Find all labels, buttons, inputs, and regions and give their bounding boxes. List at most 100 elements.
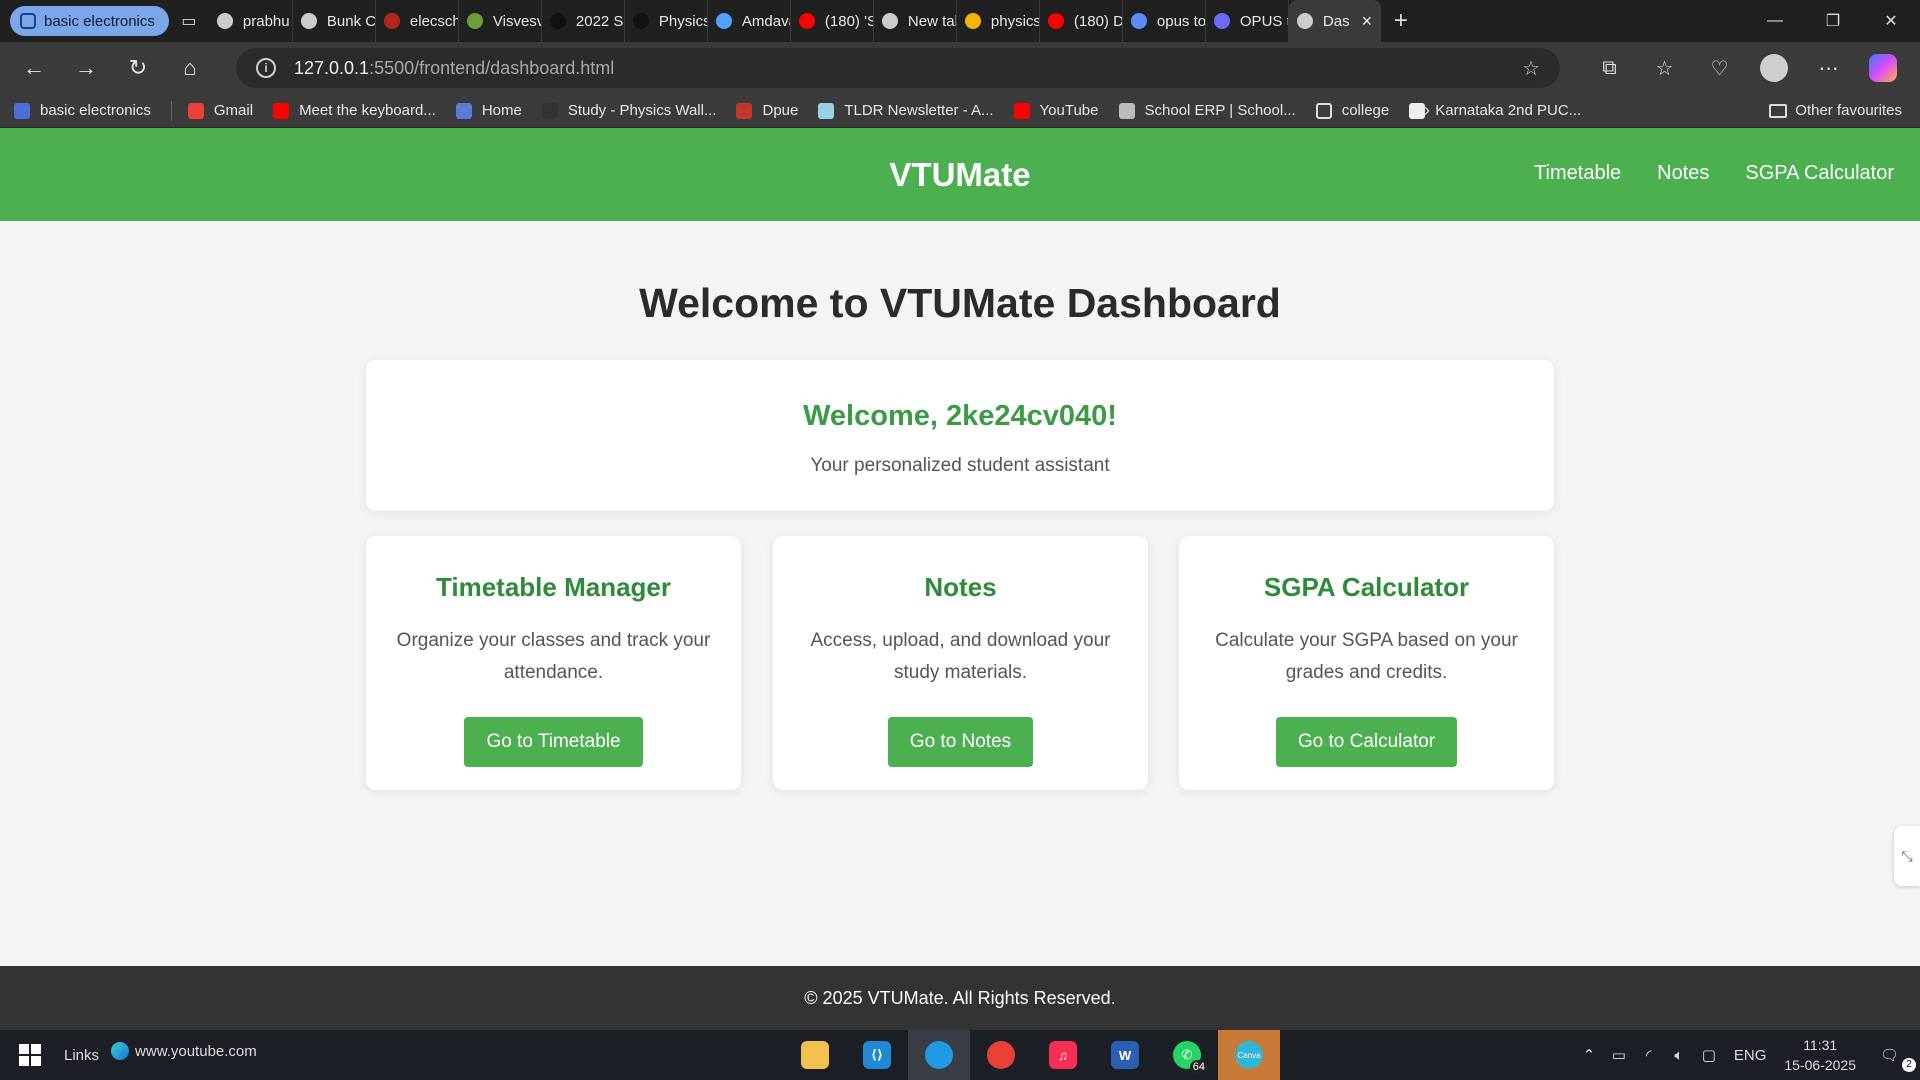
site-header: VTUMate Timetable Notes SGPA Calculator (0, 128, 1920, 221)
go-to-calculator-button[interactable]: Go to Calculator (1275, 717, 1458, 767)
youtube-icon (798, 13, 815, 29)
browser-tab[interactable]: 2022 Sc (542, 0, 625, 42)
taskbar-app[interactable] (908, 1030, 970, 1080)
close-tab-icon[interactable]: × (1362, 11, 1373, 32)
taskbar-app[interactable]: ♫ (1032, 1030, 1094, 1080)
scheme-icon (632, 13, 649, 29)
start-button[interactable] (0, 1030, 60, 1080)
bookmark-item[interactable]: Dpue (736, 102, 798, 119)
site-info-icon[interactable]: i (256, 58, 276, 78)
search-icon (1130, 13, 1147, 29)
bookmark-item[interactable]: Study - Physics Wall... (541, 102, 717, 119)
browser-tab[interactable]: prabhu (209, 0, 293, 42)
chevron-up-icon[interactable]: ⌃ (1574, 1046, 1604, 1064)
bookmark-item[interactable]: Meet the keyboard... (273, 102, 436, 119)
pinned-site[interactable]: www.youtube.com (111, 1042, 257, 1060)
taskbar-app[interactable]: Canva (1218, 1030, 1280, 1080)
bookmark-item[interactable]: TLDR Newsletter - A... (818, 102, 994, 119)
folder-icon (1769, 103, 1788, 118)
timetable-card-description: Organize your classes and track your att… (396, 630, 711, 683)
bookmark-item[interactable]: YouTube (1013, 102, 1099, 119)
youtube-icon (1047, 13, 1064, 29)
tab-group-chip[interactable]: basic electronics (10, 6, 169, 36)
browser-tab[interactable]: Bunk Ca (293, 0, 376, 42)
language-indicator[interactable]: ENG (1734, 1047, 1767, 1064)
wifi-icon[interactable]: ◜ (1634, 1046, 1664, 1064)
reload-icon[interactable]: ↻ (112, 42, 164, 94)
browser-tab[interactable]: physics (957, 0, 1040, 42)
nav-sgpa-link[interactable]: SGPA Calculator (1745, 162, 1894, 185)
browser-tab[interactable]: New tab (874, 0, 957, 42)
notifications-button[interactable]: 🗨︎ 2 (1880, 1046, 1920, 1072)
browser-tab[interactable]: elecsch.j (376, 0, 459, 42)
go-to-notes-button[interactable]: Go to Notes (887, 717, 1034, 767)
bookmark-item[interactable]: Gmail (187, 102, 253, 119)
university-icon (466, 13, 483, 29)
drive-icon (964, 13, 981, 29)
bookmark-item[interactable]: School ERP | School... (1118, 102, 1296, 119)
browser-tab[interactable]: Visvesva (459, 0, 542, 42)
bookmarks-overflow-icon[interactable]: › (1424, 100, 1430, 121)
browser-tab[interactable]: opus to (1123, 0, 1206, 42)
profile-avatar[interactable] (1760, 54, 1788, 82)
bookmark-label: Meet the keyboard... (299, 102, 436, 119)
browser-tab[interactable]: (180) De (1040, 0, 1123, 42)
restore-icon[interactable]: ❐ (1804, 0, 1862, 42)
new-tab-button[interactable]: + (1381, 0, 1421, 42)
globe-icon (1296, 13, 1313, 29)
home-icon[interactable]: ⌂ (164, 42, 216, 94)
bookmark-item[interactable]: Karnataka 2nd PUC... (1409, 102, 1581, 119)
back-icon[interactable]: ← (8, 42, 60, 94)
taskbar-app[interactable]: ✆ 64 (1156, 1030, 1218, 1080)
notification-count: 2 (1902, 1058, 1916, 1072)
system-tray: ⌃ ▭ ◜ 🔈︎ ▢ ENG 11:31 15-06-2025 🗨︎ 2 (1574, 1030, 1920, 1080)
volume-icon[interactable]: 🔈︎ (1664, 1047, 1694, 1064)
other-favourites[interactable]: Other favourites (1769, 102, 1902, 119)
browser-essentials-icon[interactable]: ♡ (1692, 42, 1747, 94)
tab-label: New tab (907, 12, 956, 30)
bookmark-label: Study - Physics Wall... (567, 102, 717, 119)
youtube-icon (273, 102, 290, 119)
battery-icon[interactable]: ▭ (1604, 1046, 1634, 1064)
taskbar-app[interactable]: W (1094, 1030, 1156, 1080)
bookmark-item[interactable]: Home (455, 102, 522, 119)
nav-notes-link[interactable]: Notes (1657, 162, 1709, 185)
browser-tab[interactable]: (180) 'St (791, 0, 874, 42)
favorite-star-icon[interactable]: ☆ (1522, 56, 1540, 81)
links-toolbar-label[interactable]: Links (64, 1047, 99, 1064)
minimize-icon[interactable]: — (1746, 0, 1804, 42)
nav-timetable-link[interactable]: Timetable (1534, 162, 1621, 185)
copilot-icon[interactable] (1869, 54, 1897, 82)
extensions-icon[interactable]: ⧉ (1582, 42, 1637, 94)
other-favourites-label: Other favourites (1795, 102, 1902, 119)
newtab-icon (881, 13, 898, 29)
forward-icon[interactable]: → (60, 42, 112, 94)
browser-tab[interactable]: Physics (625, 0, 708, 42)
bookmark-separator (170, 100, 172, 121)
browser-tab[interactable]: Amdava (708, 0, 791, 42)
go-to-timetable-button[interactable]: Go to Timetable (464, 717, 643, 767)
taskbar-app[interactable] (970, 1030, 1032, 1080)
sidebar-toggle-icon[interactable]: ⤡ (1894, 826, 1920, 886)
browser-tab-active[interactable]: Das × (1288, 0, 1381, 42)
more-menu-icon[interactable]: ⋯ (1801, 42, 1856, 94)
bookmark-item[interactable]: college (1315, 102, 1389, 119)
clock[interactable]: 11:31 15-06-2025 (1784, 1035, 1856, 1075)
display-icon[interactable]: ▢ (1694, 1046, 1724, 1064)
pw-icon (541, 102, 558, 119)
tab-actions-icon[interactable]: ▭ (169, 0, 209, 42)
taskbar-app[interactable]: ⟨⟩ (846, 1030, 908, 1080)
bookmark-item[interactable]: basic electronics (14, 102, 151, 119)
tab-label: Bunk Ca (326, 12, 376, 30)
taskbar-app[interactable] (784, 1030, 846, 1080)
canva-icon: Canva (1235, 1041, 1263, 1069)
sgpa-card-title: SGPA Calculator (1263, 572, 1470, 602)
tab-label: (180) 'St (824, 12, 873, 30)
address-bar[interactable]: i 127.0.0.1:5500/frontend/dashboard.html… (236, 48, 1560, 88)
windows-logo-icon (19, 1044, 41, 1066)
browser-tab[interactable]: OPUS to (1206, 0, 1289, 42)
pdf-icon (383, 13, 400, 29)
welcome-subtitle: Your personalized student assistant (810, 455, 1110, 476)
favorites-icon[interactable]: ☆ (1637, 42, 1692, 94)
close-window-icon[interactable]: ✕ (1862, 0, 1920, 42)
